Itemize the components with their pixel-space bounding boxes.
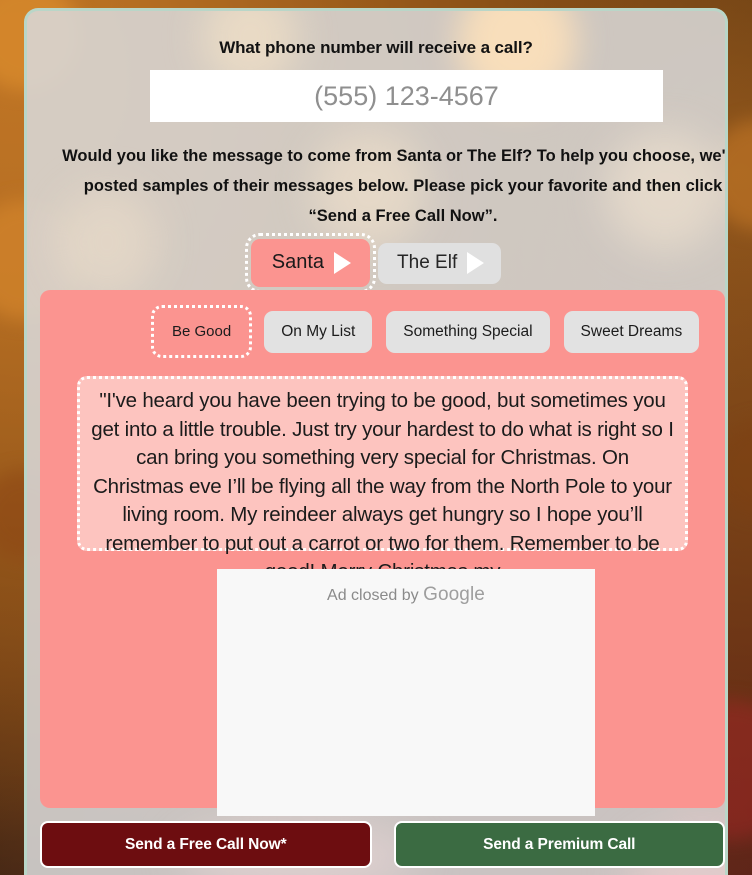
main-card: What phone number will receive a call? W… — [24, 8, 728, 875]
voice-option-santa-label: Santa — [271, 251, 325, 273]
play-icon — [467, 251, 485, 274]
google-logo: Google — [423, 584, 485, 605]
page-root: What phone number will receive a call? W… — [0, 0, 752, 875]
instructions-text: Would you like the message to come from … — [62, 147, 728, 225]
tab-be-good[interactable]: Be Good — [150, 305, 253, 358]
phone-number-input[interactable] — [150, 70, 663, 122]
sample-message-box: "I've heard you have been trying to be g… — [77, 376, 688, 583]
voice-option-the-elf[interactable]: The Elf — [378, 242, 502, 284]
google-ad-overlay[interactable]: Ad closed by Google — [217, 569, 595, 816]
tab-sweet-dreams[interactable]: Sweet Dreams — [563, 310, 700, 353]
voice-option-the-elf-label: The Elf — [397, 251, 458, 273]
voice-option-santa[interactable]: Santa — [244, 233, 377, 293]
cta-row: Send a Free Call Now* Send a Premium Cal… — [40, 821, 725, 868]
ad-closed-text: Ad closed by — [327, 587, 424, 604]
page-title: What phone number will receive a call? — [219, 38, 533, 57]
ad-closed-label: Ad closed by Google — [217, 584, 595, 606]
sample-message-text: "I've heard you have been trying to be g… — [91, 389, 674, 583]
play-icon — [334, 251, 352, 274]
message-tabs: Be Good On My List Something Special Swe… — [150, 305, 700, 358]
tab-something-special[interactable]: Something Special — [386, 310, 550, 353]
tab-on-my-list[interactable]: On My List — [264, 310, 373, 353]
send-premium-call-button[interactable]: Send a Premium Call — [393, 821, 725, 868]
send-free-call-button[interactable]: Send a Free Call Now* — [40, 821, 372, 868]
voice-selector: Santa The Elf — [27, 233, 725, 293]
